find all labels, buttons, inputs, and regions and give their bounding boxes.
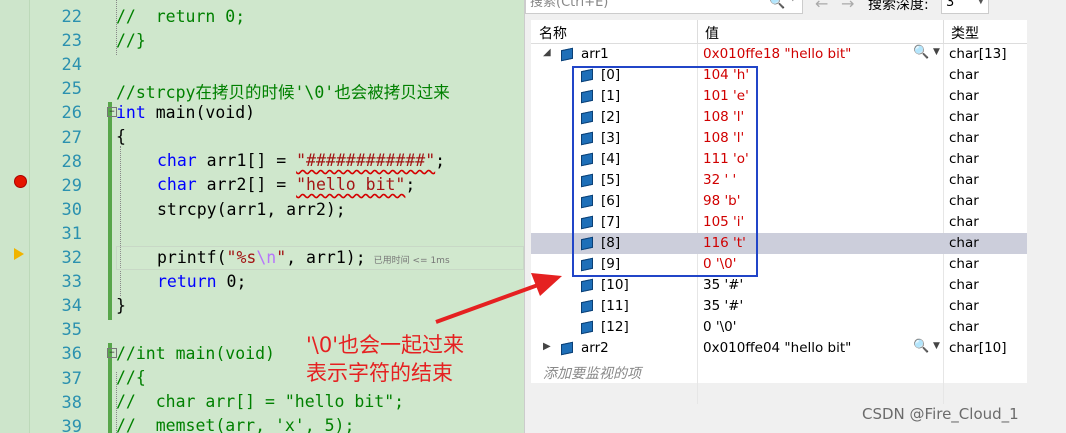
watermark: CSDN @Fire_Cloud_1 <box>862 405 1019 423</box>
arrow-shaft <box>435 283 539 324</box>
annotation-line: 表示字符的结束 <box>306 361 453 385</box>
annotation-text: '\0'也会一起过来 表示字符的结束 <box>306 331 464 387</box>
annotation-arrow <box>435 273 562 324</box>
arrow-head <box>531 273 562 296</box>
annotation-line: '\0'也会一起过来 <box>306 333 464 357</box>
